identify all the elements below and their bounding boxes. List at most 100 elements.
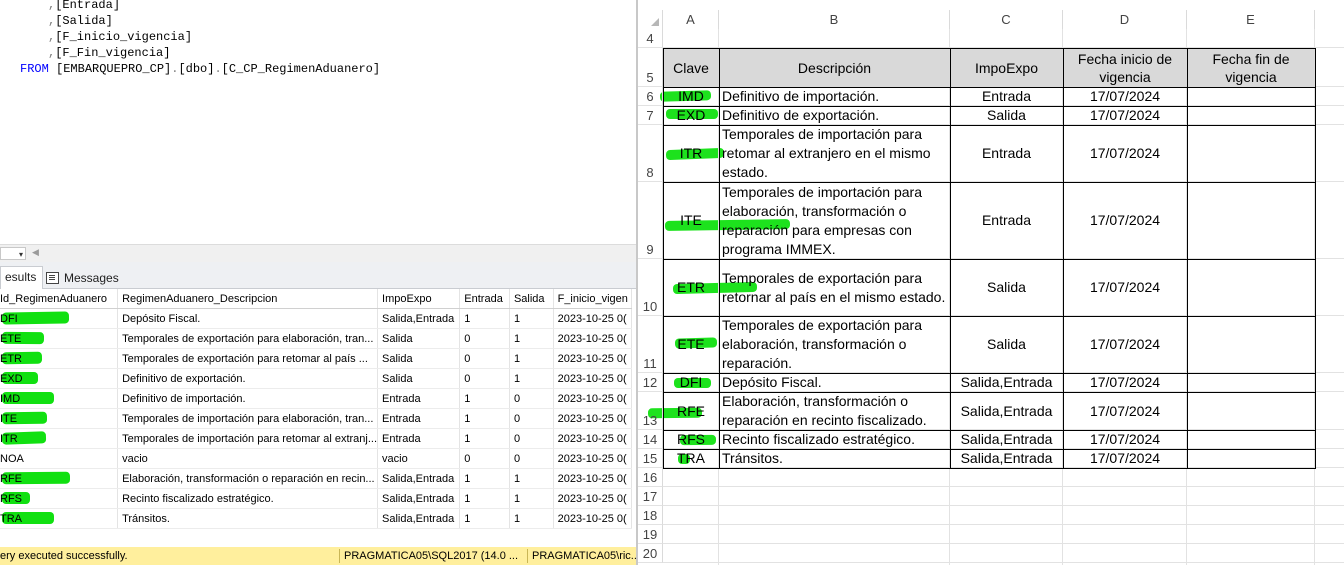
result-cell[interactable]: 1 — [509, 328, 554, 349]
tab-messages[interactable]: Messages — [46, 268, 119, 288]
results-grid[interactable]: Id_RegimenAduanero RegimenAduanero_Descri… — [0, 289, 636, 547]
table-row[interactable]: IMD Definitivo de importación. Entrada 1 0 20… — [0, 388, 633, 409]
result-cell[interactable]: 0 — [459, 348, 510, 369]
zoom-dropdown[interactable]: ▾ — [0, 247, 26, 260]
result-id-cell[interactable]: RFS — [0, 488, 119, 509]
column-header-a[interactable]: A — [663, 10, 719, 29]
cell-impoexpo[interactable]: Salida,Entrada — [950, 392, 1063, 430]
cell-descripcion[interactable]: Definitivo de importación. — [719, 87, 950, 106]
result-cell[interactable]: Salida,Entrada — [377, 508, 461, 529]
table-row[interactable]: ETE Temporales de exportación para elabor… — [0, 328, 633, 349]
row-header[interactable]: 9 — [638, 182, 663, 259]
cell-descripcion[interactable]: Depósito Fiscal. — [719, 373, 950, 392]
cell-fecha-inicio[interactable]: 17/07/2024 — [1063, 182, 1187, 259]
cell-descripcion[interactable]: Temporales de exportación para retornar … — [719, 259, 950, 316]
result-cell[interactable]: Entrada — [377, 408, 461, 429]
column-header[interactable]: RegimenAduanero_Descripcion — [117, 289, 379, 309]
table-row[interactable]: TRA Tránsitos. Salida,Entrada 1 1 2023-10-25 … — [0, 508, 633, 529]
query-editor[interactable]: ,[Entrada] ,[Salida] ,[F_inicio_vigencia… — [0, 0, 636, 244]
result-cell[interactable]: 1 — [459, 468, 510, 489]
row-header[interactable]: 4 — [638, 29, 663, 48]
result-cell[interactable]: 2023-10-25 0( — [553, 408, 633, 429]
cell-clave[interactable]: TRA — [663, 449, 719, 468]
result-cell[interactable]: 2023-10-25 0( — [553, 328, 633, 349]
result-cell[interactable]: Definitivo de importación. — [117, 388, 379, 409]
header-fecha-inicio[interactable]: Fecha inicio de vigencia — [1063, 48, 1187, 87]
cell-impoexpo[interactable]: Entrada — [950, 125, 1063, 182]
cell-fecha-fin[interactable] — [1187, 87, 1315, 106]
result-cell[interactable]: 1 — [459, 508, 510, 529]
result-cell[interactable]: 2023-10-25 0( — [553, 308, 633, 329]
result-cell[interactable]: 1 — [459, 488, 510, 509]
row-header[interactable]: 11 — [638, 316, 663, 373]
column-header[interactable]: Entrada — [459, 289, 510, 309]
result-cell[interactable]: 1 — [509, 308, 554, 329]
result-cell[interactable]: 1 — [509, 348, 554, 369]
cell-fecha-fin[interactable] — [1187, 449, 1315, 468]
result-cell[interactable]: 0 — [459, 328, 510, 349]
cell-impoexpo[interactable]: Salida,Entrada — [950, 430, 1063, 449]
result-cell[interactable]: Temporales de exportación para retomar a… — [117, 348, 379, 369]
cell-fecha-inicio[interactable]: 17/07/2024 — [1063, 259, 1187, 316]
cell-fecha-fin[interactable] — [1187, 430, 1315, 449]
cell-clave[interactable]: RFS — [663, 430, 719, 449]
table-row[interactable]: RFS Recinto fiscalizado estratégico. Salid… — [0, 488, 633, 509]
tab-results[interactable]: esults — [0, 266, 44, 289]
result-cell[interactable]: 2023-10-25 0( — [553, 348, 633, 369]
table-row[interactable]: DFI Depósito Fiscal. Salida,Entrada 1 1 2023-… — [0, 308, 633, 329]
result-cell[interactable]: Entrada — [377, 428, 461, 449]
header-fecha-fin[interactable]: Fecha fin de vigencia — [1187, 48, 1315, 87]
row-header[interactable]: 18 — [638, 506, 663, 525]
row-header[interactable]: 12 — [638, 373, 663, 392]
result-cell[interactable]: 2023-10-25 0( — [553, 468, 633, 489]
cell-fecha-fin[interactable] — [1187, 259, 1315, 316]
cell-descripcion[interactable]: Recinto fiscalizado estratégico. — [719, 430, 950, 449]
cell-fecha-inicio[interactable]: 17/07/2024 — [1063, 125, 1187, 182]
row-header[interactable]: 6 — [638, 87, 663, 106]
result-cell[interactable]: 2023-10-25 0( — [553, 448, 633, 469]
cell-clave[interactable]: EXD — [663, 106, 719, 125]
result-cell[interactable]: 1 — [459, 428, 510, 449]
row-header[interactable]: 10 — [638, 259, 663, 316]
result-cell[interactable]: Salida — [377, 328, 461, 349]
result-cell[interactable]: 1 — [459, 388, 510, 409]
result-cell[interactable]: 2023-10-25 0( — [553, 388, 633, 409]
result-id-cell[interactable]: RFE — [0, 468, 119, 489]
result-cell[interactable]: 2023-10-25 0( — [553, 368, 633, 389]
column-header-c[interactable]: C — [950, 10, 1063, 29]
header-clave[interactable]: Clave — [663, 48, 719, 87]
cell-fecha-fin[interactable] — [1187, 392, 1315, 430]
result-cell[interactable]: Salida — [377, 368, 461, 389]
cell-clave[interactable]: DFI — [663, 373, 719, 392]
result-cell[interactable]: Temporales de exportación para elaboraci… — [117, 328, 379, 349]
column-header[interactable]: F_inicio_vigen — [553, 289, 633, 309]
row-header[interactable]: 7 — [638, 106, 663, 125]
result-cell[interactable]: 2023-10-25 0( — [553, 428, 633, 449]
result-cell[interactable]: Salida,Entrada — [377, 488, 461, 509]
cell-impoexpo[interactable]: Salida,Entrada — [950, 373, 1063, 392]
result-cell[interactable]: Temporales de importación para retomar a… — [117, 428, 379, 449]
cell-fecha-inicio[interactable]: 17/07/2024 — [1063, 373, 1187, 392]
result-cell[interactable]: 1 — [459, 408, 510, 429]
cell-descripcion[interactable]: Temporales de importación para retomar a… — [719, 125, 950, 182]
table-row[interactable]: ITR Temporales de importación para retoma… — [0, 428, 633, 449]
cell-fecha-inicio[interactable]: 17/07/2024 — [1063, 430, 1187, 449]
table-row[interactable]: RFE Elaboración, transformación o reparac… — [0, 468, 633, 489]
result-cell[interactable]: 1 — [509, 488, 554, 509]
row-header[interactable]: 20 — [638, 544, 663, 563]
cell-fecha-fin[interactable] — [1187, 316, 1315, 373]
editor-scrollbar[interactable]: ▾ ◀ — [0, 244, 636, 263]
result-cell[interactable]: Recinto fiscalizado estratégico. — [117, 488, 379, 509]
result-id-cell[interactable]: ETE — [0, 328, 119, 349]
table-row[interactable]: ETR Temporales de exportación para retoma… — [0, 348, 633, 369]
row-header[interactable]: 15 — [638, 449, 663, 468]
cell-impoexpo[interactable]: Salida — [950, 316, 1063, 373]
result-id-cell[interactable]: EXD — [0, 368, 119, 389]
cell-clave[interactable]: IMD — [663, 87, 719, 106]
result-cell[interactable]: 0 — [509, 428, 554, 449]
result-cell[interactable]: 1 — [509, 368, 554, 389]
result-cell[interactable]: Definitivo de exportación. — [117, 368, 379, 389]
result-cell[interactable]: vacio — [117, 448, 379, 469]
cell-fecha-inicio[interactable]: 17/07/2024 — [1063, 392, 1187, 430]
cell-impoexpo[interactable]: Salida — [950, 259, 1063, 316]
